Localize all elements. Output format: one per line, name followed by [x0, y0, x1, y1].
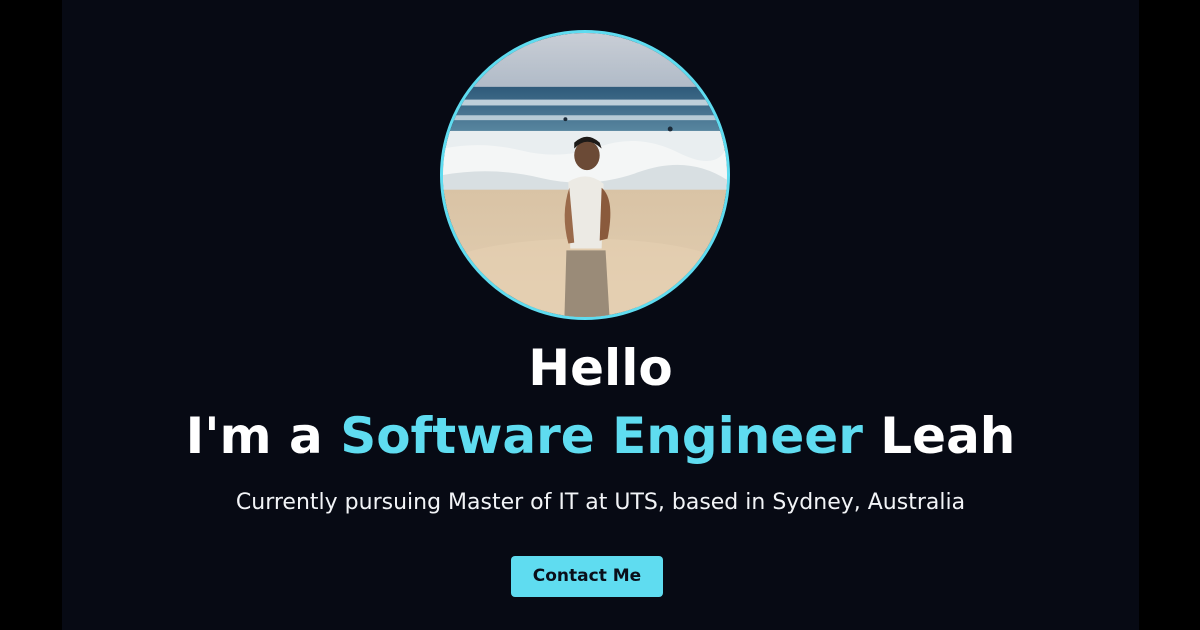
contact-me-button[interactable]: Contact Me	[511, 556, 663, 597]
greeting-heading: Hello	[528, 339, 673, 397]
beach-photo-icon	[443, 33, 727, 317]
headline-prefix: I'm a	[185, 407, 323, 465]
headline: I'm a Software Engineer Leah	[62, 404, 1139, 468]
profile-avatar	[440, 30, 730, 320]
headline-name: Leah	[880, 407, 1016, 465]
headline-role: Software Engineer	[340, 407, 863, 465]
hero-subtitle: Currently pursuing Master of IT at UTS, …	[235, 490, 966, 515]
hero-section: Hello I'm a Software Engineer Leah Curre…	[62, 0, 1139, 630]
